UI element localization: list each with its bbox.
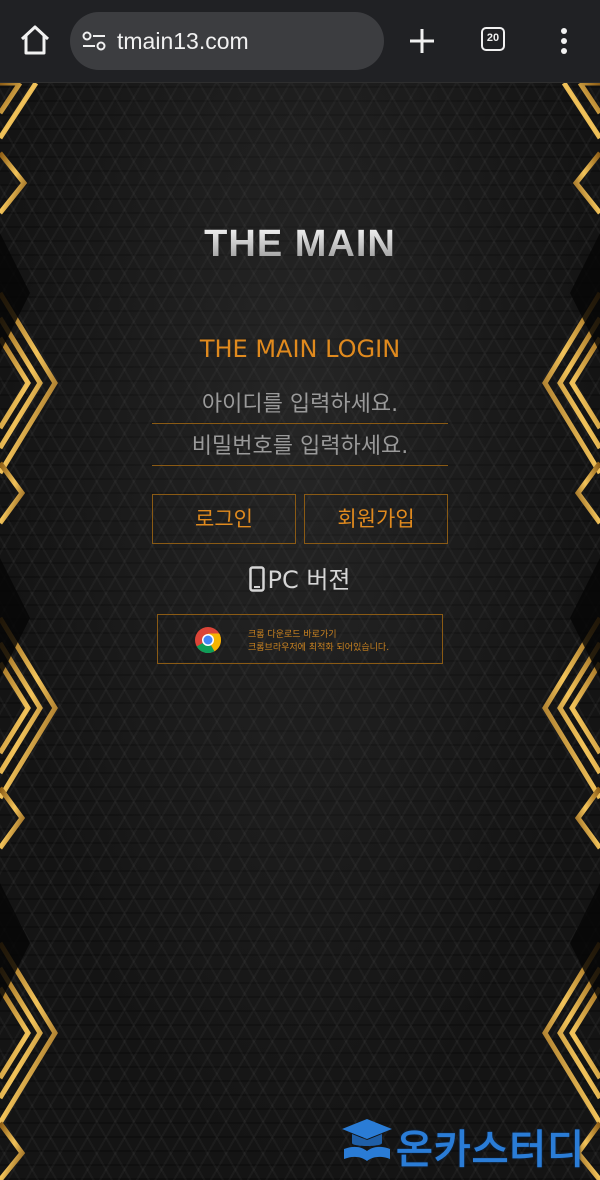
chrome-download-banner[interactable]: 크롬 다운로드 바로가기 크롬브라우저에 최적화 되어있습니다. <box>157 614 443 664</box>
tabs-icon[interactable]: 20 <box>481 27 505 51</box>
chrome-download-note: 크롬브라우저에 최적화 되어있습니다. <box>248 643 390 653</box>
browser-toolbar: tmain13.com 20 <box>0 0 600 83</box>
watermark-text: 온카스터디 <box>396 1127 585 1173</box>
address-bar[interactable]: tmain13.com <box>70 12 384 70</box>
new-tab-icon[interactable] <box>407 26 437 56</box>
watermark: 온카스터디 <box>340 1113 596 1173</box>
chrome-download-title: 크롬 다운로드 바로가기 <box>248 630 337 640</box>
tab-count: 20 <box>486 32 500 44</box>
graduation-cap-book-icon <box>342 1119 392 1161</box>
home-icon[interactable] <box>18 23 52 57</box>
signup-button[interactable]: 회원가입 <box>304 494 448 544</box>
login-title: THE MAIN LOGIN <box>199 335 401 363</box>
password-input[interactable] <box>152 427 448 466</box>
site-logo: THE MAIN <box>0 223 600 266</box>
site-settings-icon[interactable] <box>82 30 106 52</box>
chrome-logo-icon <box>195 627 222 654</box>
pc-version-link[interactable]: PC 버젼 <box>0 560 600 595</box>
pc-version-label: PC 버젼 <box>267 566 351 594</box>
login-button[interactable]: 로그인 <box>152 494 296 544</box>
url-text[interactable]: tmain13.com <box>117 26 249 56</box>
id-input[interactable] <box>152 385 448 424</box>
more-menu-icon[interactable] <box>557 26 571 56</box>
login-page: THE MAIN THE MAIN LOGIN 로그인 회원가입 PC 버젼 크… <box>0 83 600 1180</box>
mobile-phone-icon <box>249 566 266 592</box>
